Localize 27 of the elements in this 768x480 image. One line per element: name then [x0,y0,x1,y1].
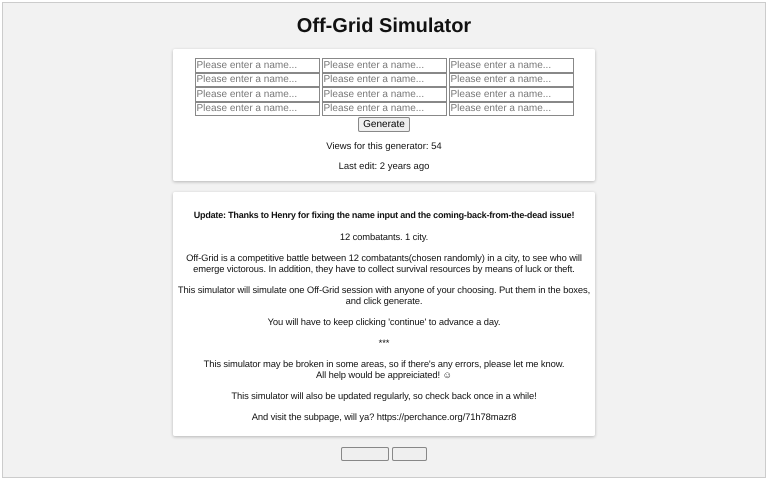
name-input[interactable]: Please enter a name... [448,102,574,116]
name-input[interactable]: Please enter a name... [322,58,446,72]
name-input[interactable]: Please enter a name... [194,87,320,102]
description-text: Off-Grid is a competitive battle between 12 combatants(chosen randomly) in a city, to see who will emerge victorous. In addition, they have to collect survival resources by means of luck or theft. [185,252,583,274]
button[interactable] [392,447,427,461]
name-input[interactable]: Please enter a name... [194,72,320,87]
name-input[interactable]: Please enter a name... [448,87,574,102]
views-count: Views for this generator: 54 [326,141,442,152]
description-text: This simulator will also be updated regularly, so check back once in a while! [231,390,537,401]
description-text: 12 combatants. 1 city. [340,231,428,242]
description-text: Update: Thanks to Henry for fixing the name input and the coming-back-from-the-dead issue! [194,210,574,221]
button[interactable] [341,447,389,461]
name-input[interactable]: Please enter a name... [194,58,320,72]
description-text: This simulator will simulate one Off-Grid session with anyone of your choosing. Put them in the boxes, and click generate. [177,284,591,306]
description-text: And visit the subpage, will ya? https://perchance.org/71h78mazr8 [252,411,516,422]
name-input[interactable]: Please enter a name... [322,72,446,87]
last-edit: Last edit: 2 years ago [338,161,430,172]
name-input[interactable]: Please enter a name... [322,102,446,116]
generate-button[interactable]: Generate [358,117,410,132]
description-text: You will have to keep clicking 'continue' to advance a day. [268,316,500,327]
name-input[interactable]: Please enter a name... [322,87,446,102]
description-text: This simulator may be broken in some areas, so if there's any errors, please let me know. All help would be appreiciated! ☺ [204,358,564,380]
page-title: Off-Grid Simulator [296,15,472,38]
description-text: *** [378,337,390,348]
name-input[interactable]: Please enter a name... [448,58,574,72]
name-input[interactable]: Please enter a name... [194,102,320,116]
name-input[interactable]: Please enter a name... [448,72,574,87]
